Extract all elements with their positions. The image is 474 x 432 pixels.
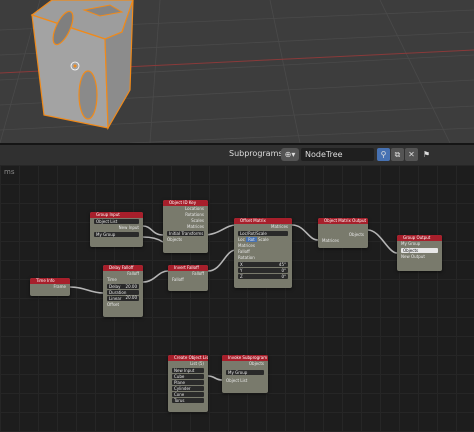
initial-transforms-field[interactable]: Initial Transforms [167, 231, 204, 236]
input-matrices: Matrices [322, 238, 339, 243]
output-matrices: Matrices [187, 224, 204, 229]
input-my-group: My Group [401, 241, 421, 246]
duplicate-icon[interactable]: ⧉ [391, 148, 404, 161]
node-group-output[interactable]: Group Output My Group Objects New Output [397, 235, 442, 271]
input-offset: Offset [107, 302, 120, 307]
node-editor-header: Subprograms ⊕▾ NodeTree ⚲ ⧉ ✕ ⚑ [0, 145, 474, 165]
node-invert-falloff[interactable]: Invert Falloff Falloff Falloff [168, 265, 208, 291]
delay-field[interactable]: Delay 20.00 [107, 284, 139, 289]
3d-viewport[interactable] [0, 0, 474, 143]
node-title: Object Matrix Output [318, 218, 368, 224]
cube-object [30, 0, 134, 131]
rotation-y-field[interactable]: Y 0° [238, 268, 288, 273]
mode-dropdown[interactable]: Loc/Rot/Scale [238, 231, 288, 236]
pin-icon[interactable]: ⚑ [420, 148, 433, 161]
viewport-scene [0, 0, 474, 143]
node-tree-icon[interactable]: ⊕▾ [281, 148, 299, 161]
rotation-x-field[interactable]: X 45° [238, 262, 288, 267]
new-input-field[interactable]: New Input [172, 368, 204, 373]
node-time-info[interactable]: Time Info Frame [30, 278, 70, 296]
node-editor-canvas[interactable]: ms Group Input Object List New Input My … [0, 165, 474, 432]
input-time: Time [107, 277, 117, 282]
node-title: Group Input [90, 212, 143, 218]
output-matrices: Matrices [271, 224, 288, 229]
objects-field[interactable]: Objects [401, 248, 438, 253]
node-offset-matrix[interactable]: Offset Matrix Matrices Loc/Rot/Scale Loc… [234, 218, 292, 288]
input-rotation: Rotation [238, 255, 255, 260]
loc-toggle[interactable]: Loc [238, 237, 245, 242]
node-object-id-key[interactable]: Object ID Key Locations Rotations Scales… [163, 200, 208, 253]
new-input-label: New Input [118, 225, 139, 230]
output-list: List (5) [190, 361, 204, 366]
input-objects: Objects [167, 237, 183, 242]
object-torus-field[interactable]: Torus [172, 398, 204, 403]
node-object-matrix-output[interactable]: Object Matrix Output Objects Matrices [318, 218, 368, 248]
close-icon[interactable]: ✕ [405, 148, 418, 161]
rotation-z-field[interactable]: Z 0° [238, 274, 288, 279]
header-title: Subprograms [229, 149, 283, 158]
node-create-object-list[interactable]: Create Object List List (5) New Input Cu… [168, 355, 208, 412]
fake-user-icon[interactable]: ⚲ [377, 148, 390, 161]
duration-field[interactable]: Duration 20.00 [107, 290, 139, 300]
node-group-input[interactable]: Group Input Object List New Input My Gro… [90, 212, 143, 247]
scale-toggle[interactable]: Scale [258, 237, 269, 242]
object-cube-field[interactable]: Cube [172, 374, 204, 379]
node-delay-falloff[interactable]: Delay Falloff Falloff Time Delay 20.00 Du… [103, 265, 143, 317]
subprogram-selector[interactable]: My Group [226, 370, 264, 375]
new-output-label: New Output [401, 254, 425, 259]
object-list-field[interactable]: Object List [94, 219, 139, 224]
my-group-field[interactable]: My Group [94, 232, 139, 237]
rot-toggle[interactable]: Rot [246, 237, 257, 242]
node-invoke-subprogram[interactable]: Invoke Subprogram Objects My Group Objec… [222, 355, 268, 393]
object-cylinder-field[interactable]: Cylinder [172, 386, 204, 391]
output-objects: Objects [248, 361, 264, 366]
input-falloff: Falloff [172, 277, 184, 282]
object-plane-field[interactable]: Plane [172, 380, 204, 385]
output-frame: Frame [53, 284, 66, 289]
object-cone-field[interactable]: Cone [172, 392, 204, 397]
input-object-list: Object List [226, 378, 248, 383]
node-tree-name-field[interactable]: NodeTree [301, 148, 374, 161]
